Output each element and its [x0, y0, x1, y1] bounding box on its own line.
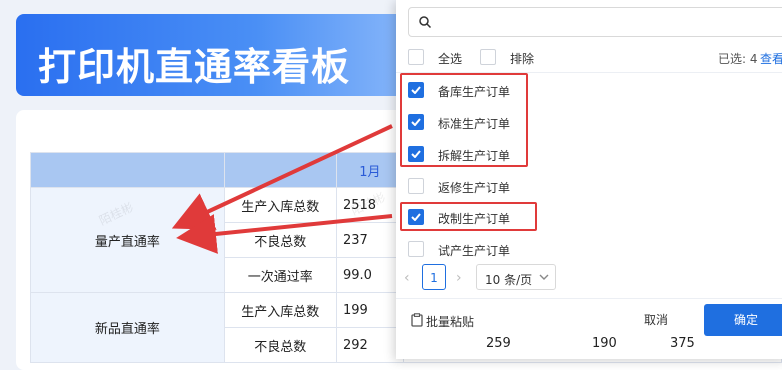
- batch-paste-button[interactable]: 批量粘贴: [426, 313, 474, 330]
- metric-label: 一次通过率: [223, 257, 337, 293]
- select-all-checkbox[interactable]: [408, 49, 424, 65]
- exclude-label: 排除: [510, 52, 535, 66]
- search-box[interactable]: [408, 7, 782, 37]
- highlight-box: [400, 202, 537, 231]
- metric-value: 237: [335, 222, 404, 258]
- table-cell-value: 190: [592, 336, 617, 351]
- metric-label: 不良总数: [223, 222, 337, 258]
- page-number-button[interactable]: 1: [422, 264, 446, 290]
- search-icon: [419, 16, 432, 29]
- search-input[interactable]: [439, 12, 773, 34]
- option-label: 试产生产订单: [438, 244, 511, 258]
- cancel-button[interactable]: 取消: [631, 306, 681, 334]
- pager-prev-button[interactable]: ‹: [404, 270, 410, 286]
- selected-count: 已选: 4: [718, 52, 758, 66]
- select-all-label: 全选: [438, 52, 463, 66]
- highlight-box: [400, 73, 528, 167]
- chevron-down-icon: [539, 274, 549, 280]
- metric-value: 292: [335, 327, 404, 363]
- metric-value: 199: [335, 292, 404, 328]
- dashboard-title: 打印机直通率看板: [38, 45, 351, 89]
- group-mass-production: 量产直通率: [30, 187, 225, 293]
- group-new-product: 新品直通率: [30, 292, 225, 363]
- metric-value: 99.0: [335, 257, 404, 293]
- view-selected-link[interactable]: 查看: [760, 50, 782, 67]
- filter-dropdown: 全选 排除 已选: 4 查看 备库生产订单 标准生产订单 拆解生产订单 返修生产…: [396, 0, 782, 359]
- confirm-button[interactable]: 确定: [704, 304, 782, 336]
- option-checkbox[interactable]: [408, 241, 424, 257]
- table-cell-value: 259: [486, 336, 511, 351]
- header-blank: [223, 152, 337, 188]
- metric-value: 2518: [335, 187, 404, 223]
- metric-label: 不良总数: [223, 327, 337, 363]
- option-label: 返修生产订单: [438, 181, 511, 195]
- page-size-select[interactable]: 10 条/页: [476, 264, 556, 290]
- header-month: 1月: [335, 152, 404, 188]
- metric-label: 生产入库总数: [223, 292, 337, 328]
- header-blank: [30, 152, 225, 188]
- pager-next-button[interactable]: ›: [456, 270, 462, 286]
- metric-label: 生产入库总数: [223, 187, 337, 223]
- paste-icon[interactable]: [410, 313, 424, 327]
- option-checkbox[interactable]: [408, 178, 424, 194]
- dashboard-banner: 打印机直通率看板: [16, 14, 416, 96]
- table-cell-value: 375: [670, 336, 695, 351]
- exclude-checkbox[interactable]: [480, 49, 496, 65]
- divider: [396, 298, 782, 299]
- page-size-label: 10 条/页: [485, 273, 533, 287]
